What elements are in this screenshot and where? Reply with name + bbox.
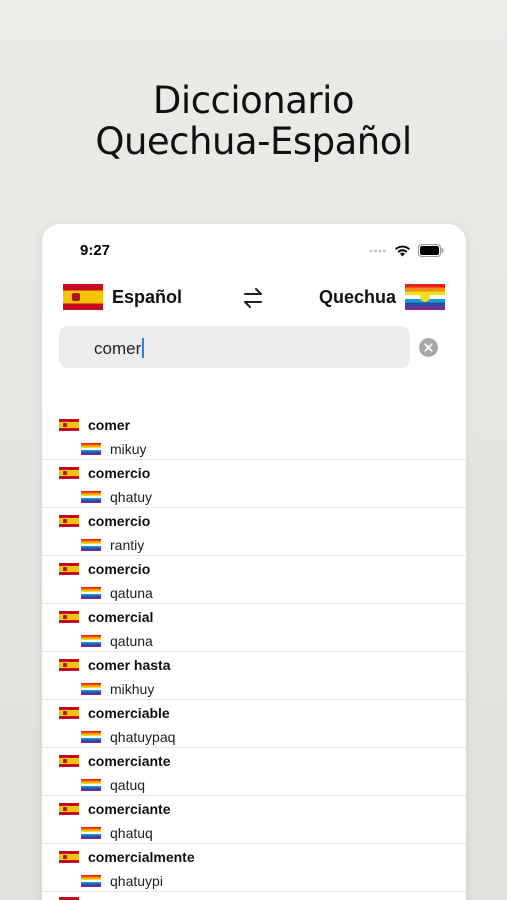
spanish-word: comercial	[88, 609, 154, 625]
list-item-partial	[42, 892, 466, 900]
battery-icon	[418, 244, 444, 257]
spain-flag-icon	[59, 467, 79, 479]
spanish-word: comerciante	[88, 801, 171, 817]
promo-headline: Diccionario Quechua-Español	[0, 80, 507, 162]
wifi-icon	[395, 245, 410, 257]
spanish-word: comercio	[88, 513, 151, 529]
quechua-row: qatuq	[81, 777, 145, 793]
headline-line-2: Quechua-Español	[95, 120, 412, 163]
list-item[interactable]: comercio qhatuy	[42, 460, 466, 508]
quechua-row: qhatuypi	[81, 873, 163, 889]
spanish-row: comercio	[59, 561, 150, 577]
list-item[interactable]: comerciante qhatuq	[42, 796, 466, 844]
quechua-flag-icon	[81, 443, 101, 455]
spanish-word: comercio	[88, 561, 151, 577]
list-item[interactable]: comer hasta mikhuy	[42, 652, 466, 700]
spain-flag-icon	[59, 803, 79, 815]
spanish-row: comerciante	[59, 801, 170, 817]
spanish-row: comercio	[59, 465, 150, 481]
quechua-row: rantiy	[81, 537, 144, 553]
quechua-flag-icon	[81, 731, 101, 743]
headline-line-1: Diccionario	[152, 79, 355, 122]
spanish-row: comer hasta	[59, 657, 170, 673]
quechua-flag-icon	[81, 875, 101, 887]
quechua-word: mikuy	[110, 441, 147, 457]
signal-dots-icon	[369, 249, 386, 252]
spanish-word: comercio	[88, 465, 151, 481]
spain-flag-icon	[59, 755, 79, 767]
quechua-flag-icon	[81, 827, 101, 839]
spanish-word: comerciable	[88, 705, 170, 721]
quechua-row: qatuna	[81, 585, 153, 601]
quechua-word: qhatuypi	[110, 873, 163, 889]
quechua-row: mikhuy	[81, 681, 154, 697]
quechua-flag-icon	[81, 491, 101, 503]
list-item[interactable]: comer mikuy	[42, 412, 466, 460]
spain-flag-icon	[59, 851, 79, 863]
quechua-word: qatuna	[110, 633, 153, 649]
spain-flag-icon	[59, 659, 79, 671]
text-caret	[142, 338, 145, 358]
target-language-label: Quechua	[318, 286, 396, 307]
spanish-word: comer hasta	[88, 657, 171, 673]
spanish-word: comer	[88, 417, 131, 433]
target-language-button[interactable]: Quechua	[319, 284, 445, 310]
quechua-word: qhatuq	[110, 825, 153, 841]
quechua-flag-icon	[81, 635, 101, 647]
quechua-flag-icon	[81, 683, 101, 695]
list-item[interactable]: comerciable qhatuypaq	[42, 700, 466, 748]
spanish-word: comercialmente	[88, 849, 195, 865]
quechua-word: qatuna	[110, 585, 153, 601]
quechua-row: qhatuy	[81, 489, 152, 505]
quechua-row: qhatuypaq	[81, 729, 175, 745]
spanish-row: comercial	[59, 609, 153, 625]
list-item[interactable]: comercial qatuna	[42, 604, 466, 652]
search-input[interactable]: comer	[59, 326, 410, 368]
quechua-row: qhatuq	[81, 825, 153, 841]
status-icons	[369, 244, 444, 257]
quechua-row: qatuna	[81, 633, 153, 649]
language-bar: Español Quechua	[42, 284, 466, 316]
spanish-row: comercialmente	[59, 849, 195, 865]
source-language-label: Español	[112, 286, 183, 307]
spain-flag-icon	[63, 284, 103, 310]
quechua-word: qhatuy	[110, 489, 153, 505]
quechua-flag-icon	[405, 284, 445, 310]
results-list: comer mikuy comercio qhatuy comercio ran…	[42, 412, 466, 900]
spanish-row: comercio	[59, 513, 150, 529]
spanish-row: comerciante	[59, 753, 170, 769]
quechua-row: mikuy	[81, 441, 147, 457]
quechua-word: qatuq	[110, 777, 146, 793]
spain-flag-icon	[59, 707, 79, 719]
spain-flag-icon	[59, 611, 79, 623]
spanish-word: comerciante	[88, 753, 171, 769]
quechua-flag-icon	[81, 539, 101, 551]
swap-arrows-icon[interactable]	[241, 286, 265, 310]
list-item[interactable]: comerciante qatuq	[42, 748, 466, 796]
spanish-row: comer	[59, 417, 130, 433]
search-input-value: comer	[94, 339, 142, 358]
clear-circle-icon[interactable]	[419, 338, 438, 357]
list-item[interactable]: comercio rantiy	[42, 508, 466, 556]
spanish-row: comerciable	[59, 705, 170, 721]
status-bar: 9:27	[42, 224, 466, 274]
spain-flag-icon	[59, 419, 79, 431]
spain-flag-icon	[59, 563, 79, 575]
quechua-word: qhatuypaq	[110, 729, 176, 745]
list-item[interactable]: comercialmente qhatuypi	[42, 844, 466, 892]
search-input-value-wrap: comer	[94, 338, 145, 359]
status-time: 9:27	[80, 242, 111, 259]
quechua-flag-icon	[81, 587, 101, 599]
list-item[interactable]: comercio qatuna	[42, 556, 466, 604]
quechua-word: mikhuy	[110, 681, 155, 697]
source-language-button[interactable]: Español	[63, 284, 182, 310]
phone-screen: 9:27 Español Quechua comer comer mikuy c…	[42, 224, 466, 900]
quechua-flag-icon	[81, 779, 101, 791]
quechua-word: rantiy	[110, 537, 145, 553]
spain-flag-icon	[59, 515, 79, 527]
